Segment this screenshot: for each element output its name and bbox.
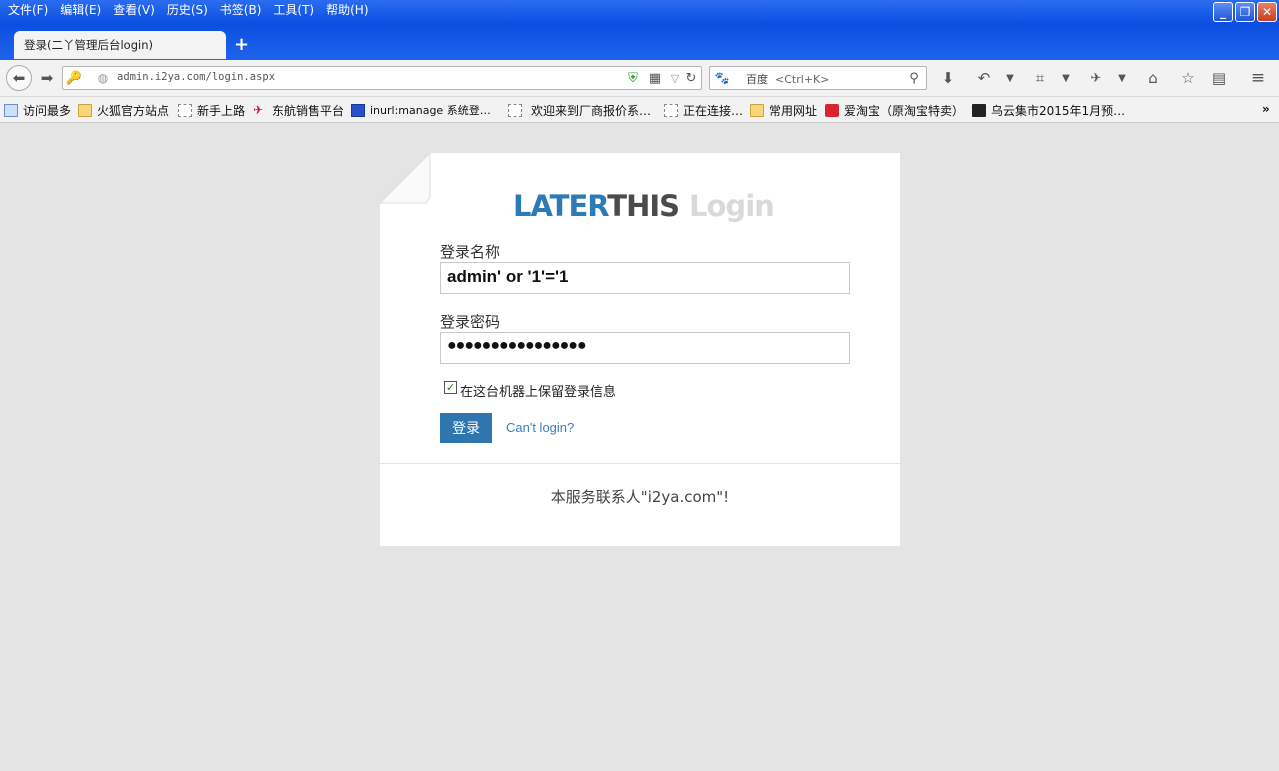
menu-tools[interactable]: 工具(T) <box>269 2 322 18</box>
browser-titlebar: 文件(F) 编辑(E) 查看(V) 历史(S) 书签(B) 工具(T) 帮助(H… <box>0 0 1279 60</box>
bookmark-item[interactable]: 爱淘宝（原淘宝特卖） <box>825 102 964 119</box>
username-input[interactable]: admin' or '1'='1 <box>440 262 850 294</box>
wooyun-icon <box>972 104 986 117</box>
folder-icon <box>78 104 92 117</box>
bookmark-item[interactable]: ✈ 东航销售平台 <box>253 102 344 119</box>
screenshot-crop-icon[interactable]: ⌗ <box>1030 68 1050 88</box>
bookmark-label: 火狐官方站点 <box>97 104 170 118</box>
arrow-left-icon: ⬅ <box>12 69 26 87</box>
close-button[interactable]: ✕ <box>1257 2 1277 22</box>
search-engine-label: 百度 <Ctrl+K> <box>746 71 829 87</box>
cant-login-link[interactable]: Can't login? <box>506 420 574 435</box>
menu-bookmarks[interactable]: 书签(B) <box>216 2 270 18</box>
username-label: 登录名称 <box>440 243 501 261</box>
menu-edit[interactable]: 编辑(E) <box>56 2 109 18</box>
search-box[interactable]: 🐾 百度 <Ctrl+K> ⚲ <box>709 66 927 90</box>
url-text[interactable]: admin.i2ya.com/login.aspx <box>117 71 275 83</box>
arrow-right-icon: ➡ <box>40 69 54 87</box>
laterthis-logo: LATERTHIS Login <box>513 189 775 223</box>
logo-later: LATER <box>513 189 608 223</box>
back-button[interactable]: ⬅ <box>6 65 32 91</box>
undo-icon[interactable]: ↶ <box>974 68 994 88</box>
airline-icon: ✈ <box>253 103 264 117</box>
folder-icon <box>750 104 764 117</box>
remember-checkbox[interactable]: ✓ <box>444 381 457 394</box>
bookmark-star-icon[interactable]: ☆ <box>1178 68 1198 88</box>
password-label: 登录密码 <box>440 313 501 331</box>
bookmark-item[interactable]: 欢迎来到厂商报价系… <box>508 102 651 119</box>
search-page-icon <box>4 104 18 117</box>
bookmark-item[interactable]: 常用网址 <box>750 102 817 119</box>
window-controls: _ ❐ ✕ <box>1213 2 1277 22</box>
bookmark-item[interactable]: 正在连接… <box>664 102 743 119</box>
home-icon[interactable]: ⌂ <box>1143 68 1163 88</box>
bookmark-item[interactable]: 火狐官方站点 <box>78 102 169 119</box>
logo-login: Login <box>689 189 775 223</box>
reading-list-icon[interactable]: ▤ <box>1209 68 1229 88</box>
address-bar[interactable]: 🔑 ◍ admin.i2ya.com/login.aspx ⛨ ▦ ▽ ↻ <box>62 66 702 90</box>
page-icon <box>178 104 192 117</box>
bookmark-item[interactable]: 访问最多 <box>4 102 71 119</box>
bookmark-item[interactable]: inurl:manage 系统登… <box>351 102 491 118</box>
remember-label[interactable]: 在这台机器上保留登录信息 <box>460 381 616 400</box>
page-icon <box>664 104 678 117</box>
search-engine-name: 百度 <box>746 73 768 86</box>
baidu-paw-icon[interactable]: 🐾 <box>712 68 732 88</box>
download-icon[interactable]: ⬇ <box>938 68 958 88</box>
new-tab-button[interactable]: + <box>234 34 249 55</box>
chevron-down-icon[interactable]: ▼ <box>1000 68 1020 88</box>
magnifier-icon[interactable]: ⚲ <box>904 68 924 88</box>
login-card: LATERTHIS Login 登录名称 admin' or '1'='1 登录密… <box>380 153 900 546</box>
tab-login[interactable]: 登录(二丫管理后台login) <box>14 31 226 59</box>
forward-button[interactable]: ➡ <box>37 68 57 88</box>
navigation-toolbar: ⬅ ➡ 🔑 ◍ admin.i2ya.com/login.aspx ⛨ ▦ ▽ … <box>0 60 1279 97</box>
bookmark-label: 乌云集市2015年1月预… <box>991 104 1126 118</box>
addon-icon[interactable]: ✈ <box>1086 68 1106 88</box>
bookmark-label: 新手上路 <box>197 104 246 118</box>
chevron-down-icon[interactable]: ▼ <box>1056 68 1076 88</box>
minimize-button[interactable]: _ <box>1213 2 1233 22</box>
key-icon[interactable]: 🔑 <box>65 68 83 88</box>
bookmark-item[interactable]: 新手上路 <box>178 102 245 119</box>
login-button[interactable]: 登录 <box>440 413 492 443</box>
logo-this: THIS <box>607 189 680 223</box>
bookmark-label: 欢迎来到厂商报价系… <box>531 104 652 118</box>
menu-history[interactable]: 历史(S) <box>163 2 216 18</box>
bookmark-label: 正在连接… <box>683 104 744 118</box>
bookmarks-overflow-chevron-icon[interactable]: » <box>1262 102 1270 116</box>
contact-footer: 本服务联系人"i2ya.com"! <box>550 488 730 506</box>
search-placeholder: <Ctrl+K> <box>775 73 830 86</box>
taobao-icon <box>825 104 839 117</box>
menu-bar: 文件(F) 编辑(E) 查看(V) 历史(S) 书签(B) 工具(T) 帮助(H… <box>4 2 377 18</box>
reload-icon[interactable]: ↻ <box>681 68 701 88</box>
menu-help[interactable]: 帮助(H) <box>322 2 376 18</box>
chevron-down-icon[interactable]: ▼ <box>1112 68 1132 88</box>
tab-title: 登录(二丫管理后台login) <box>24 38 153 52</box>
bookmark-label: inurl:manage 系统登… <box>370 104 491 117</box>
bookmark-item[interactable]: 乌云集市2015年1月预… <box>972 102 1125 119</box>
divider <box>380 463 900 464</box>
qr-code-icon[interactable]: ▦ <box>645 68 665 88</box>
bookmark-label: 访问最多 <box>23 104 72 118</box>
bookmark-label: 常用网址 <box>769 104 818 118</box>
menu-file[interactable]: 文件(F) <box>4 2 56 18</box>
bookmarks-toolbar: 访问最多 火狐官方站点 新手上路 ✈ 东航销售平台 inurl:manage 系统… <box>0 97 1279 123</box>
shield-icon[interactable]: ⛨ <box>623 68 643 88</box>
password-input[interactable]: ●●●●●●●●●●●●●●●● <box>440 332 850 364</box>
globe-icon: ◍ <box>97 71 109 85</box>
menu-view[interactable]: 查看(V) <box>109 2 163 18</box>
restore-button[interactable]: ❐ <box>1235 2 1255 22</box>
bookmark-label: 爱淘宝（原淘宝特卖） <box>844 104 965 118</box>
baidu-icon <box>351 103 365 117</box>
bookmark-label: 东航销售平台 <box>272 104 345 118</box>
page-icon <box>508 104 522 117</box>
hamburger-menu-icon[interactable]: ≡ <box>1248 68 1268 88</box>
page-curl-icon <box>380 153 436 205</box>
